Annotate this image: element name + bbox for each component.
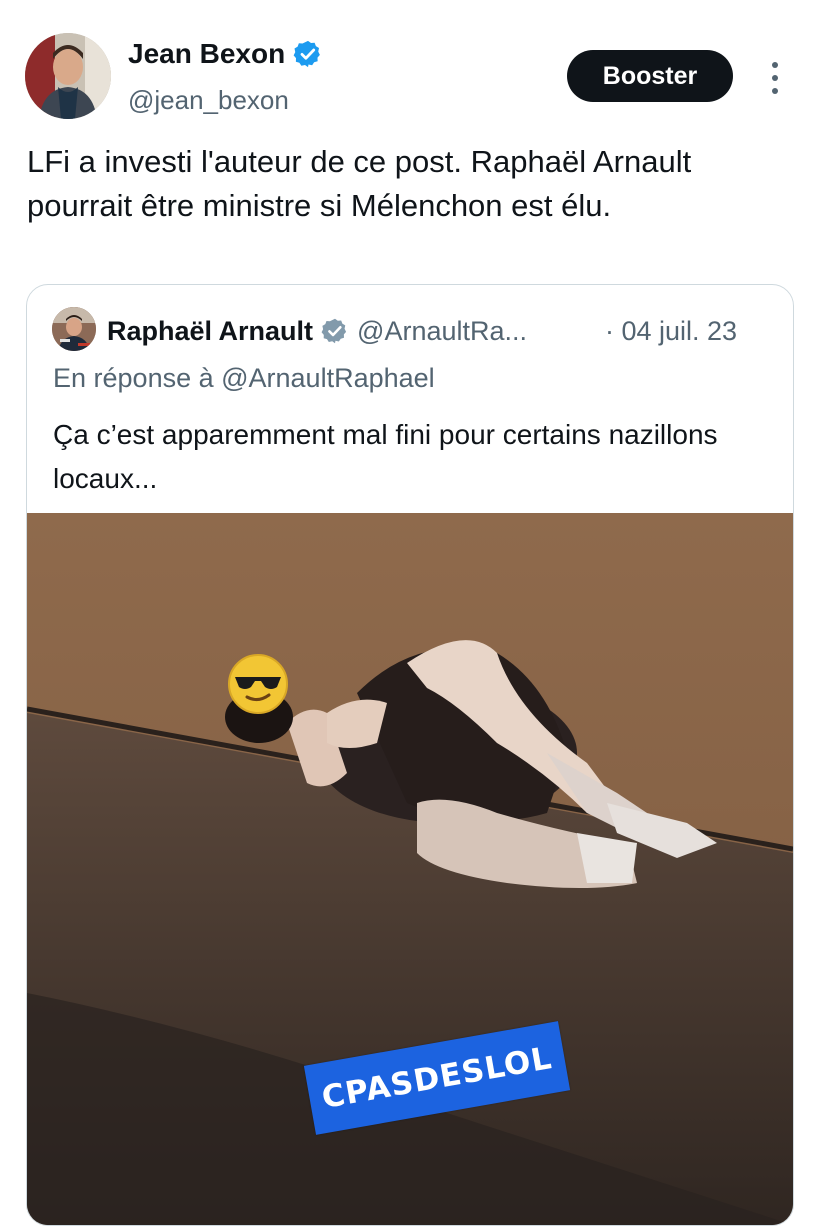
quoted-media-image[interactable]: CPASDESLOL xyxy=(27,513,793,1225)
booster-button[interactable]: Booster xyxy=(567,50,733,102)
quoted-post-text: Ça c’est apparemment mal fini pour certa… xyxy=(53,419,718,494)
more-options-icon[interactable] xyxy=(760,58,790,98)
more-dot xyxy=(772,62,778,68)
post-text: LFi a investi l'auteur de ce post. Rapha… xyxy=(27,144,692,223)
author-name[interactable]: Jean Bexon xyxy=(128,38,323,70)
post: Jean Bexon @jean_bexon Booster LFi a inv… xyxy=(0,0,818,1226)
quoted-post-card[interactable]: Raphaël Arnault @ArnaultRa... · 04 juil.… xyxy=(26,284,794,1226)
quoted-author-line: Raphaël Arnault @ArnaultRa... xyxy=(107,311,527,351)
more-dot xyxy=(772,75,778,81)
verified-badge-icon xyxy=(293,40,321,68)
quoted-author-handle[interactable]: @ArnaultRa... xyxy=(357,316,527,347)
more-dot xyxy=(772,88,778,94)
verified-badge-icon xyxy=(321,318,347,344)
quoted-author-name[interactable]: Raphaël Arnault xyxy=(107,316,313,347)
sunglasses-face-icon xyxy=(228,654,288,714)
quoted-author-avatar[interactable] xyxy=(52,307,96,351)
reply-to-line: En réponse à @ArnaultRaphael xyxy=(53,363,435,393)
author-name-text[interactable]: Jean Bexon xyxy=(128,38,285,70)
quoted-post-date[interactable]: · 04 juil. 23 xyxy=(605,311,737,351)
author-handle[interactable]: @jean_bexon xyxy=(128,85,289,116)
author-avatar[interactable] xyxy=(25,33,111,119)
